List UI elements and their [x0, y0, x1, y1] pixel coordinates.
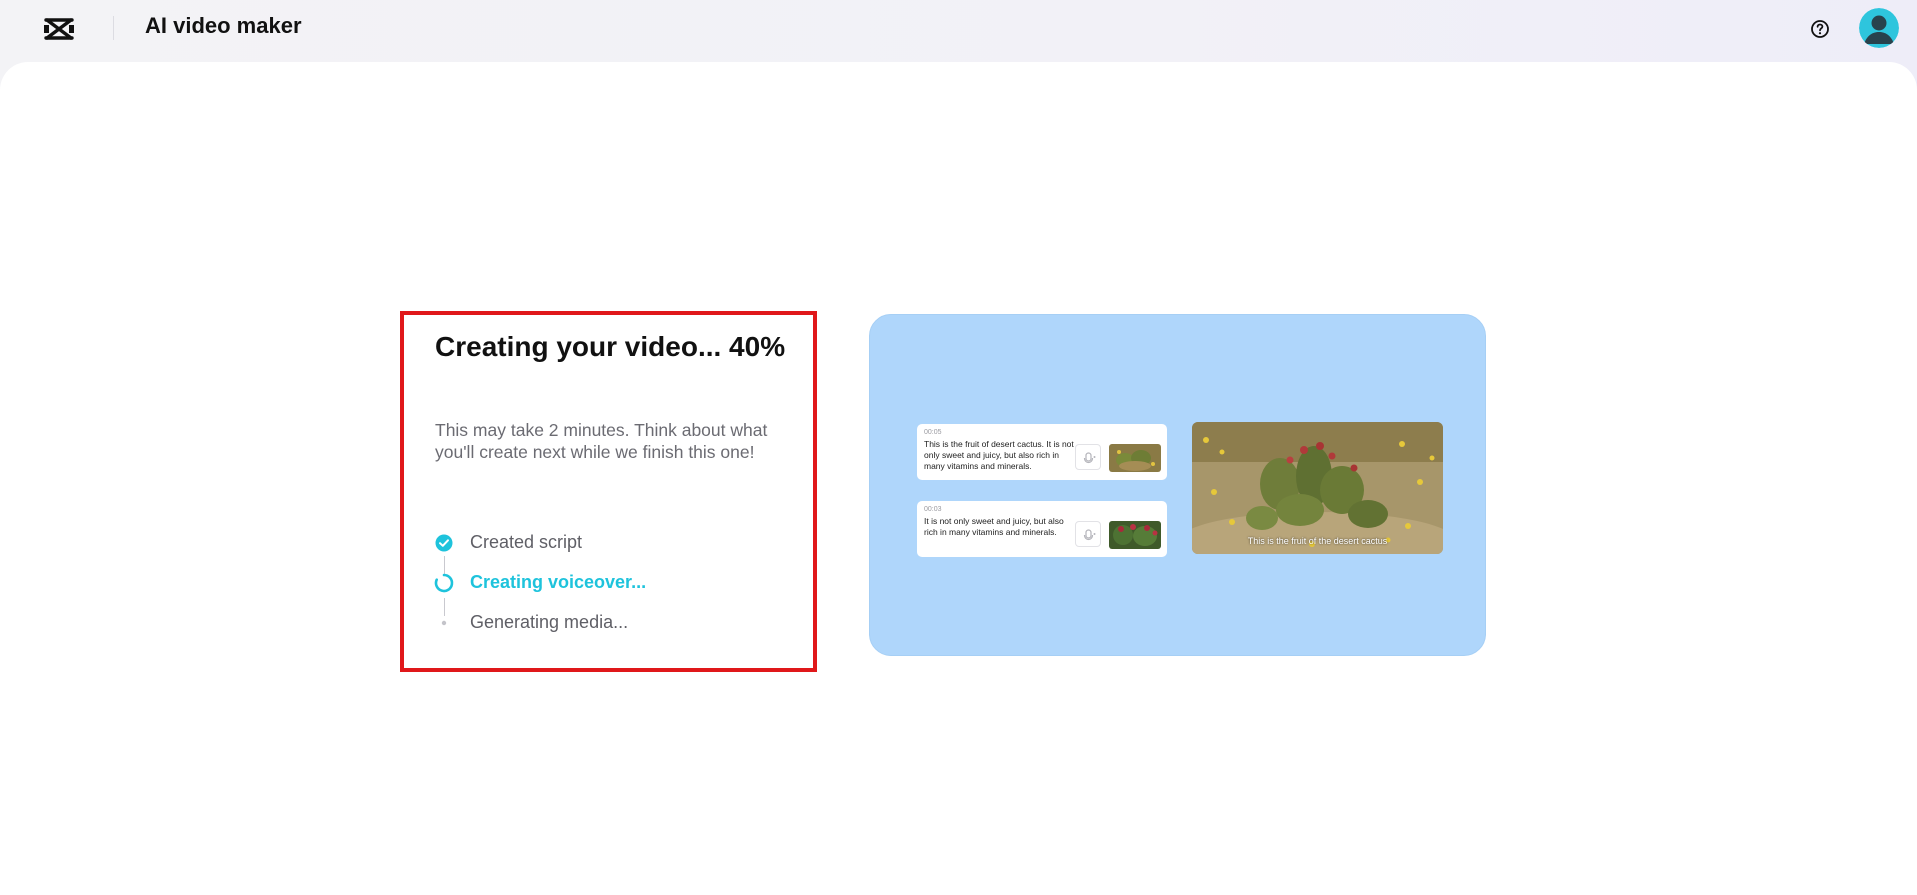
user-avatar-icon[interactable] [1859, 8, 1899, 48]
dot-icon [441, 620, 447, 626]
main-content: Creating your video... 40% This may take… [0, 62, 1917, 895]
scene-time: 00:03 [924, 506, 942, 513]
step-label: Generating media... [470, 612, 629, 632]
scene-thumbnail [1109, 521, 1161, 549]
scene-card: 00:05 This is the fruit of desert cactus… [917, 424, 1167, 480]
video-preview-illustration: 00:05 This is the fruit of desert cactus… [869, 314, 1486, 656]
spinner-icon [434, 573, 454, 593]
scene-thumbnail [1109, 444, 1161, 472]
help-circle-icon[interactable] [1809, 18, 1831, 40]
progress-panel: Creating your video... 40% This may take… [400, 311, 817, 672]
progress-title: Creating your video... 40% [435, 331, 786, 362]
top-bar: AI video maker [0, 0, 1917, 62]
microphone-icon [1075, 521, 1101, 547]
check-circle-icon [435, 534, 453, 552]
progress-description: This may take 2 minutes. Think about wha… [435, 420, 768, 462]
step-label: Creating voiceover... [470, 572, 647, 592]
scene-time: 00:05 [924, 429, 942, 436]
app-title: AI video maker [145, 13, 302, 38]
video-frame: This is the fruit of the desert cactus [1192, 422, 1443, 554]
scene-card: 00:03 It is not only sweet and juicy, bu… [917, 501, 1167, 557]
scene-text: It is not only sweet and juicy, but also… [924, 516, 1064, 537]
scene-text: This is the fruit of desert cactus. It i… [924, 439, 1074, 471]
capcut-logo-icon[interactable] [43, 16, 75, 42]
step-label: Created script [470, 532, 583, 552]
microphone-icon [1075, 444, 1101, 470]
header-divider [113, 16, 114, 40]
video-caption: This is the fruit of the desert cactus [1247, 536, 1388, 546]
